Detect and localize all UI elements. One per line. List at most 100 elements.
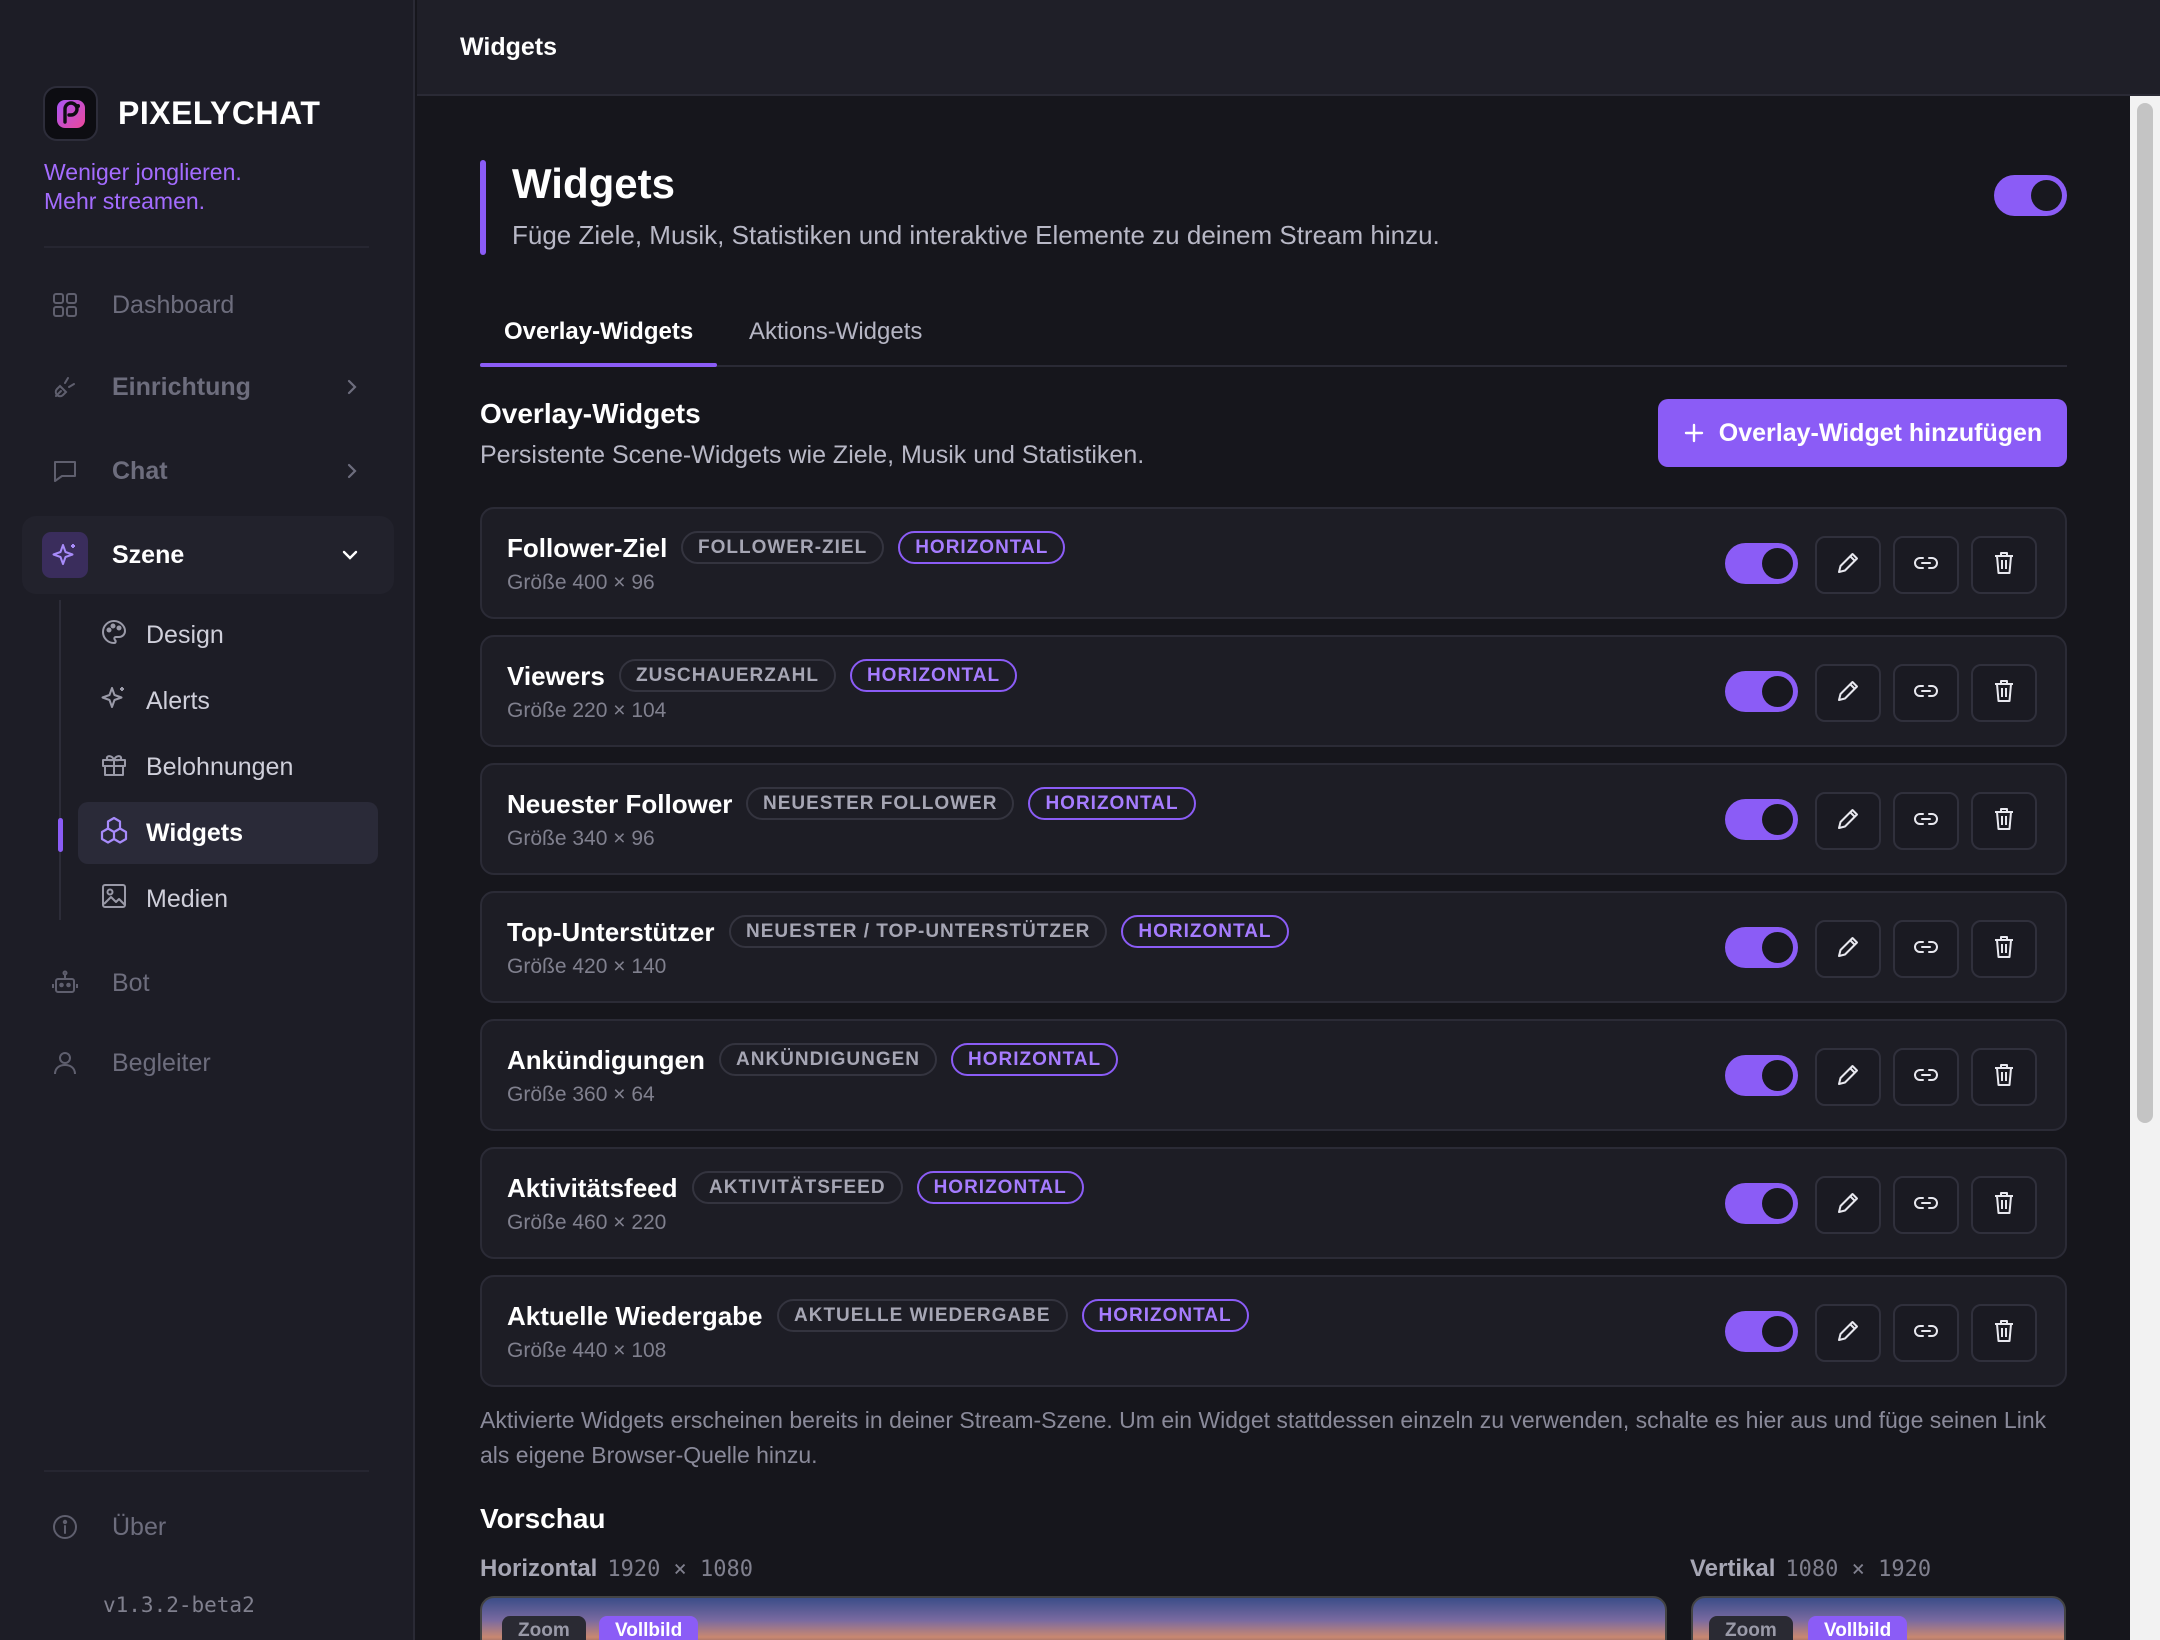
- widget-enable-toggle[interactable]: [1725, 799, 1798, 840]
- sidebar-item-begleiter[interactable]: Begleiter: [22, 1024, 394, 1102]
- edit-widget-button[interactable]: [1815, 664, 1881, 722]
- link-icon: [1912, 933, 1940, 966]
- sparkle-icon: [100, 684, 128, 719]
- plus-icon: [1683, 415, 1705, 452]
- widget-card[interactable]: Follower-Ziel FOLLOWER-ZIEL HORIZONTAL Größ…: [480, 507, 2067, 619]
- copy-link-button[interactable]: [1893, 664, 1959, 722]
- edit-widget-button[interactable]: [1815, 1048, 1881, 1106]
- widget-orientation-badge: HORIZONTAL: [916, 1171, 1084, 1204]
- header-accent-bar: [480, 160, 486, 255]
- zoom-button[interactable]: Zoom: [1709, 1616, 1793, 1640]
- fullscreen-button[interactable]: Vollbild: [1808, 1616, 1908, 1640]
- tab-overlay-widgets[interactable]: Overlay-Widgets: [504, 318, 693, 346]
- sidebar: PIXELYCHAT Weniger jonglieren. Mehr stre…: [0, 0, 415, 1640]
- delete-widget-button[interactable]: [1971, 920, 2037, 978]
- trash-icon: [1990, 1189, 2018, 1222]
- widget-card[interactable]: Neuester Follower NEUESTER FOLLOWER HORIZO…: [480, 763, 2067, 875]
- tagline-line2: Mehr streamen.: [44, 188, 206, 214]
- scrollbar-thumb[interactable]: [2137, 103, 2153, 1123]
- sidebar-subitem-belohnungen[interactable]: Belohnungen: [78, 736, 378, 798]
- pixelychat-logo-icon: [43, 86, 98, 141]
- delete-widget-button[interactable]: [1971, 1176, 2037, 1234]
- chevron-right-icon: [342, 375, 362, 406]
- edit-widget-button[interactable]: [1815, 920, 1881, 978]
- preview-vertical-canvas[interactable]: Zoom Vollbild: [1691, 1596, 2066, 1640]
- widget-enable-toggle[interactable]: [1725, 927, 1798, 968]
- sidebar-item-label: Chat: [112, 456, 168, 485]
- sidebar-item-dashboard[interactable]: Dashboard: [22, 266, 394, 344]
- sidebar-subitem-design[interactable]: Design: [78, 604, 378, 666]
- brand-name: PIXELYCHAT: [118, 95, 321, 131]
- plug-icon: [48, 370, 82, 404]
- trash-icon: [1990, 805, 2018, 838]
- pencil-icon: [1834, 677, 1862, 710]
- sidebar-item-szene[interactable]: Szene: [22, 516, 394, 594]
- toggle-knob: [1762, 804, 1793, 835]
- master-toggle[interactable]: [1994, 175, 2067, 216]
- palette-icon: [100, 618, 128, 653]
- delete-widget-button[interactable]: [1971, 1304, 2037, 1362]
- sidebar-subitem-widgets[interactable]: Widgets: [78, 802, 378, 864]
- sidebar-subitem-label: Widgets: [146, 818, 243, 847]
- topbar: Widgets: [417, 0, 2160, 96]
- widget-card[interactable]: Aktivitätsfeed AKTIVITÄTSFEED HORIZONTAL Gr…: [480, 1147, 2067, 1259]
- edit-widget-button[interactable]: [1815, 1176, 1881, 1234]
- edit-widget-button[interactable]: [1815, 1304, 1881, 1362]
- copy-link-button[interactable]: [1893, 1048, 1959, 1106]
- delete-widget-button[interactable]: [1971, 664, 2037, 722]
- widget-orientation-badge: HORIZONTAL: [951, 1043, 1119, 1076]
- sidebar-subitem-medien[interactable]: Medien: [78, 868, 378, 930]
- copy-link-button[interactable]: [1893, 920, 1959, 978]
- widget-card[interactable]: Aktuelle Wiedergabe AKTUELLE WIEDERGABE HO…: [480, 1275, 2067, 1387]
- widget-enable-toggle[interactable]: [1725, 1055, 1798, 1096]
- chevron-right-icon: [342, 459, 362, 490]
- preview-vertical-label: Vertikal 1080 × 1920: [1690, 1555, 1931, 1583]
- copy-link-button[interactable]: [1893, 1176, 1959, 1234]
- delete-widget-button[interactable]: [1971, 792, 2037, 850]
- add-overlay-widget-button[interactable]: Overlay-Widget hinzufügen: [1658, 399, 2067, 467]
- copy-link-button[interactable]: [1893, 1304, 1959, 1362]
- submenu-line: [59, 600, 61, 920]
- widget-enable-toggle[interactable]: [1725, 1311, 1798, 1352]
- copy-link-button[interactable]: [1893, 792, 1959, 850]
- fullscreen-button[interactable]: Vollbild: [599, 1616, 699, 1640]
- widget-enable-toggle[interactable]: [1725, 543, 1798, 584]
- widget-name: Follower-Ziel: [507, 533, 668, 563]
- edit-widget-button[interactable]: [1815, 536, 1881, 594]
- tagline-line1: Weniger jonglieren.: [44, 159, 242, 185]
- widget-type-badge: ANKÜNDIGUNGEN: [719, 1043, 937, 1076]
- sidebar-item-chat[interactable]: Chat: [22, 432, 394, 510]
- widget-orientation-badge: HORIZONTAL: [849, 659, 1018, 692]
- tab-aktions-widgets[interactable]: Aktions-Widgets: [749, 318, 922, 346]
- widget-type-badge: NEUESTER / TOP-UNTERSTÜTZER: [729, 915, 1108, 948]
- sidebar-item-einrichtung[interactable]: Einrichtung: [22, 348, 394, 426]
- trash-icon: [1990, 1061, 2018, 1094]
- widget-size: Größe 420 × 140: [507, 955, 667, 978]
- widget-enable-toggle[interactable]: [1725, 671, 1798, 712]
- brand[interactable]: PIXELYCHAT: [43, 86, 320, 141]
- widget-card[interactable]: Ankündigungen ANKÜNDIGUNGEN HORIZONTAL Größ…: [480, 1019, 2067, 1131]
- image-icon: [100, 882, 128, 917]
- widget-enable-toggle[interactable]: [1725, 1183, 1798, 1224]
- pencil-icon: [1834, 549, 1862, 582]
- edit-widget-button[interactable]: [1815, 792, 1881, 850]
- toggle-knob: [1762, 1060, 1793, 1091]
- zoom-button[interactable]: Zoom: [502, 1616, 586, 1640]
- widget-badges: AKTIVITÄTSFEED HORIZONTAL: [692, 1171, 1098, 1204]
- sidebar-item-bot[interactable]: Bot: [22, 944, 394, 1022]
- pencil-icon: [1834, 1061, 1862, 1094]
- section-title: Overlay-Widgets: [480, 398, 701, 429]
- copy-link-button[interactable]: [1893, 536, 1959, 594]
- chevron-down-icon: [338, 543, 362, 574]
- widget-card[interactable]: Viewers ZUSCHAUERZAHL HORIZONTAL Größe 220 …: [480, 635, 2067, 747]
- preview-horizontal-canvas[interactable]: Zoom Vollbild: [480, 1596, 1667, 1640]
- user-icon: [48, 1046, 82, 1080]
- delete-widget-button[interactable]: [1971, 536, 2037, 594]
- sidebar-subitem-alerts[interactable]: Alerts: [78, 670, 378, 732]
- widget-card[interactable]: Top-Unterstützer NEUESTER / TOP-UNTERSTÜT…: [480, 891, 2067, 1003]
- toggle-knob: [1762, 932, 1793, 963]
- preview-horizontal-label: Horizontal 1920 × 1080: [480, 1555, 753, 1583]
- sidebar-item-ueber[interactable]: Über: [22, 1488, 394, 1566]
- preview-horizontal-dims: 1920 × 1080: [607, 1557, 754, 1582]
- delete-widget-button[interactable]: [1971, 1048, 2037, 1106]
